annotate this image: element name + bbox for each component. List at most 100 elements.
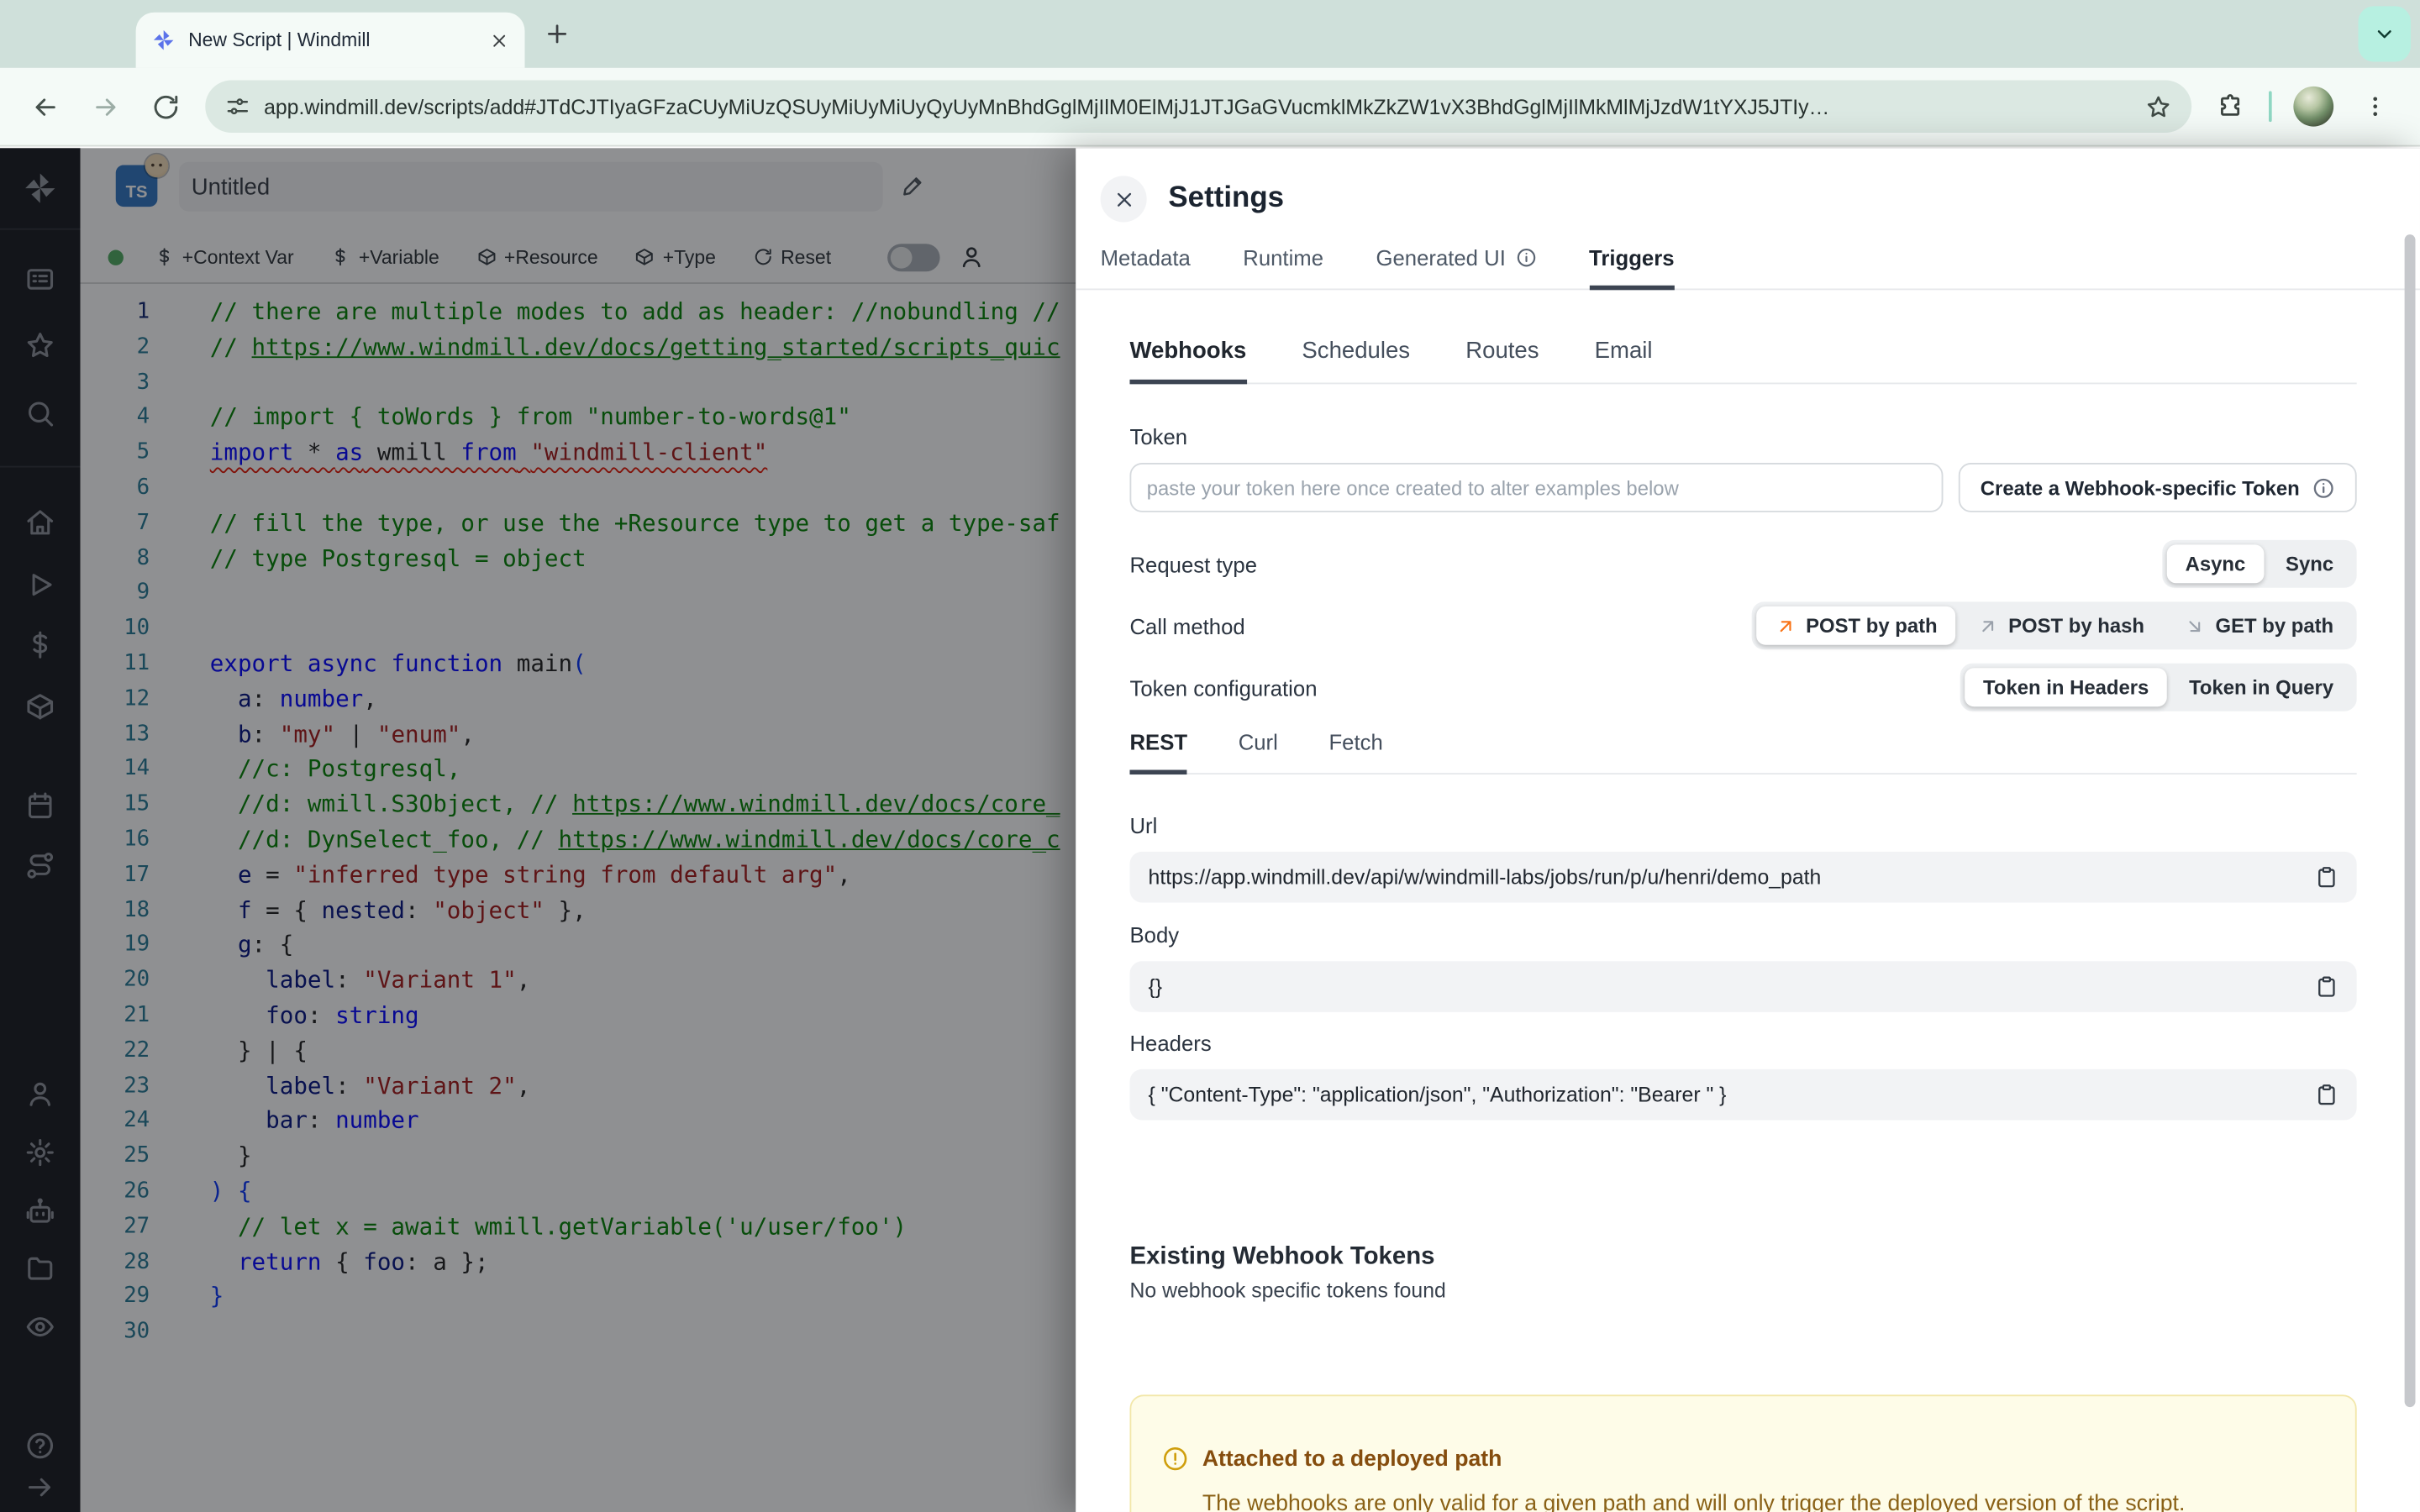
copy-url-icon[interactable]: [2315, 865, 2338, 889]
user-avatar: [145, 154, 169, 178]
resources-icon[interactable]: [24, 691, 55, 722]
script-editor: TS Untitled +Context Var +Variable +Resour…: [80, 148, 1076, 1512]
option-async[interactable]: Async: [2166, 544, 2265, 584]
reload-button[interactable]: [151, 92, 181, 121]
profile-avatar[interactable]: [2293, 86, 2334, 127]
sidebar-divider: [0, 228, 81, 230]
bookmark-star-icon[interactable]: [2145, 93, 2171, 119]
info-icon: [1515, 246, 1537, 268]
ai-bot-icon[interactable]: [24, 1195, 55, 1226]
reset-button[interactable]: Reset: [753, 246, 831, 268]
copy-body-icon[interactable]: [2315, 975, 2338, 999]
code-line: 25 }: [124, 1142, 252, 1170]
back-button[interactable]: [31, 92, 60, 121]
tab-fetch[interactable]: Fetch: [1328, 730, 1382, 773]
tab-rest[interactable]: REST: [1129, 730, 1188, 775]
search-icon[interactable]: [24, 398, 55, 429]
tab-metadata[interactable]: Metadata: [1101, 244, 1191, 288]
code-line: 17 e = "inferred type string from defaul…: [124, 860, 851, 889]
option-sync[interactable]: Sync: [2267, 544, 2352, 583]
example-language-tabs: REST Curl Fetch: [1129, 730, 2357, 775]
tab-close-icon[interactable]: [489, 30, 509, 50]
users-icon[interactable]: [24, 1079, 55, 1110]
site-settings-icon[interactable]: [225, 94, 250, 118]
code-line: 27 // let x = await wmill.getVariable('u…: [124, 1212, 908, 1241]
routes-icon[interactable]: [24, 850, 55, 881]
option-get-by-path[interactable]: GET by path: [2166, 606, 2352, 645]
new-tab-button[interactable]: [544, 20, 571, 48]
schedules-icon[interactable]: [24, 790, 55, 821]
request-type-toggle: Async Sync: [2162, 539, 2357, 588]
headers-value: { "Content-Type": "application/json", "A…: [1148, 1083, 1727, 1106]
code-line: 19 g: {: [124, 931, 294, 959]
tab-email[interactable]: Email: [1595, 338, 1653, 382]
language-badge-label: TS: [125, 183, 148, 202]
code-line: 16 //d: DynSelect_foo, // https://www.wi…: [124, 825, 1060, 853]
home-icon[interactable]: [24, 507, 55, 538]
code-line: 22 } | {: [124, 1036, 308, 1064]
tab-triggers[interactable]: Triggers: [1589, 244, 1675, 291]
script-name: Untitled: [191, 173, 271, 200]
favorites-icon[interactable]: [24, 330, 55, 361]
code-line: 5 import * as wmill from "windmill-client…: [136, 438, 768, 467]
audit-logs-icon[interactable]: [24, 1311, 55, 1342]
option-token-in-headers[interactable]: Token in Headers: [1965, 668, 2168, 707]
settings-tabs: Metadata Runtime Generated UI Triggers: [1076, 244, 2420, 291]
headers-field[interactable]: { "Content-Type": "application/json", "A…: [1129, 1068, 2357, 1121]
person-icon[interactable]: [958, 244, 984, 270]
editor-toggle[interactable]: [886, 243, 939, 271]
option-token-in-query[interactable]: Token in Query: [2170, 668, 2352, 706]
tab-runtime[interactable]: Runtime: [1243, 244, 1323, 288]
code-line: 6: [136, 475, 150, 501]
help-icon[interactable]: [24, 1431, 55, 1462]
existing-webhook-tokens-title: Existing Webhook Tokens: [1129, 1243, 1435, 1270]
folders-icon[interactable]: [24, 1252, 55, 1284]
close-settings-button[interactable]: [1100, 176, 1147, 223]
existing-webhook-tokens-empty: No webhook specific tokens found: [1129, 1278, 1446, 1303]
add-variable-button[interactable]: +Variable: [331, 246, 439, 268]
code-line: 3: [136, 370, 150, 395]
browser-menu-icon[interactable]: [2361, 92, 2389, 120]
url-bar[interactable]: app.windmill.dev/scripts/add#JTdCJTIyaGF…: [205, 80, 2192, 133]
tab-webhooks[interactable]: Webhooks: [1129, 338, 1246, 385]
edit-name-pencil-icon[interactable]: [902, 173, 926, 197]
code-line: 1// there are multiple modes to add as h…: [136, 297, 1060, 326]
chevron-down-icon: [2372, 22, 2396, 46]
option-post-by-hash[interactable]: POST by hash: [1959, 606, 2163, 645]
runs-icon[interactable]: [24, 570, 55, 601]
webhook-url-field[interactable]: https://app.windmill.dev/api/w/windmill-…: [1129, 851, 2357, 903]
script-name-input[interactable]: Untitled: [179, 161, 883, 212]
panel-scrollbar[interactable]: [2404, 234, 2416, 1408]
code-line: 7// fill the type, or use the +Resource …: [136, 508, 1060, 537]
settings-title: Settings: [1168, 181, 1285, 215]
forward-button[interactable]: [91, 92, 120, 121]
headers-label: Headers: [1129, 1030, 1212, 1056]
add-context-var-button[interactable]: +Context Var: [155, 246, 294, 268]
expand-sidebar-icon[interactable]: [24, 1472, 55, 1503]
sidebar-divider: [0, 465, 81, 468]
tab-generated-ui[interactable]: Generated UI: [1376, 244, 1536, 288]
add-resource-button[interactable]: +Resource: [476, 246, 598, 268]
workspace-icon[interactable]: [24, 264, 55, 295]
option-post-by-path[interactable]: POST by path: [1756, 606, 1956, 645]
code-line: 24 bar: number: [124, 1106, 419, 1135]
warning-body: The webhooks are only valid for a given …: [1202, 1492, 2186, 1512]
code-line: 15 //d: wmill.S3Object, // https://www.w…: [124, 790, 1060, 818]
browser-tab[interactable]: New Script | Windmill: [135, 12, 525, 68]
tab-schedules[interactable]: Schedules: [1302, 338, 1410, 382]
tab-routes[interactable]: Routes: [1465, 338, 1539, 382]
body-field[interactable]: {}: [1129, 961, 2357, 1012]
token-input[interactable]: paste your token here once created to al…: [1129, 463, 1944, 512]
close-icon: [1112, 187, 1135, 211]
tab-curl[interactable]: Curl: [1239, 730, 1278, 773]
tab-overflow-chevron-button[interactable]: [2358, 6, 2411, 62]
extensions-icon[interactable]: [2217, 92, 2244, 120]
create-webhook-token-button[interactable]: Create a Webhook-specific Token: [1959, 463, 2357, 512]
call-method-toggle: POST by path POST by hash GET by path: [1751, 601, 2357, 650]
upRight-arrow-icon: [1977, 615, 1999, 637]
code-editor[interactable]: 1// there are multiple modes to add as h…: [81, 284, 1076, 1350]
settings-icon[interactable]: [24, 1137, 55, 1168]
copy-headers-icon[interactable]: [2315, 1083, 2338, 1106]
variables-icon[interactable]: [24, 629, 55, 660]
add-type-button[interactable]: +Type: [635, 246, 716, 268]
